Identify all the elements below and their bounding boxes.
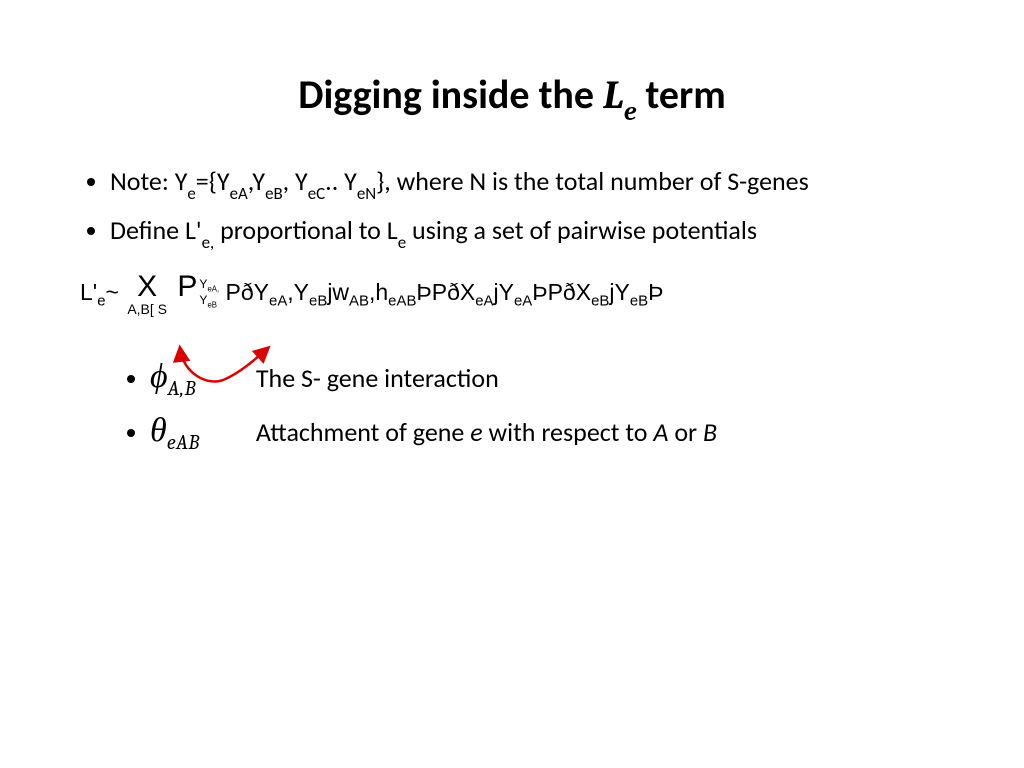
b1-pre: Note: Y [110, 165, 187, 197]
phi: ϕ [150, 356, 168, 396]
theta-A: A [653, 416, 668, 448]
phi-sub: A,B [168, 378, 196, 401]
b1-m4: .. Y [325, 165, 357, 197]
fb-s1: eA [269, 293, 287, 310]
sum-sym: P [177, 270, 197, 303]
b1-post: }, where N is the total number of S-gene… [376, 165, 809, 197]
fb-p5: ÞPðX [416, 279, 475, 305]
sum-y1s: eA, [207, 284, 219, 293]
b1-m3: , Y [283, 165, 308, 197]
bullet-2: Define L'e, proportional to Le using a s… [110, 213, 964, 252]
title-suffix: term [636, 70, 725, 119]
fb-s8: eB [630, 293, 648, 310]
fb-p7: ÞPðX [532, 279, 591, 305]
definitions-list: ϕA,B The S- gene interaction θeAB Attach… [60, 351, 964, 460]
b1-s3: eB [265, 183, 283, 204]
fb-s2: eB [309, 293, 327, 310]
sum-operator: P . [177, 272, 197, 316]
b2-pre: Define L' [110, 214, 202, 246]
title-Lsub: e [624, 97, 637, 127]
theta-symbol: θeAB [150, 405, 250, 459]
b1-s2: eA [230, 183, 248, 204]
fb-p3: jw [327, 279, 349, 305]
f-tilde: ~ [106, 279, 119, 305]
fb-p9: Þ [648, 279, 663, 305]
fb-s5: eA [475, 293, 493, 310]
f-Lprime-sub: e [97, 293, 105, 310]
def-theta: θeAB Attachment of gene e with respect t… [150, 405, 964, 459]
fb-p8: jY [609, 279, 629, 305]
page-title: Digging inside the Le term [60, 0, 964, 164]
bullet-list: Note: Ye={YeA,YeB, YeC.. YeN}, where N i… [60, 164, 964, 252]
title-L: L [603, 72, 624, 118]
fb-p2: ,Y [287, 279, 309, 305]
theta-mid: with respect to [483, 416, 654, 448]
phi-text: The S- gene interaction [256, 362, 499, 394]
title-Le: Le [603, 72, 636, 118]
theta-sub: eAB [167, 432, 200, 455]
prod-sym: X [137, 270, 157, 303]
prod-sub: A,B[ S [127, 302, 167, 316]
theta: θ [150, 410, 167, 450]
b1-s4: eC [308, 183, 325, 204]
sum-sub-lines: YeA, YeB [199, 278, 219, 310]
theta-B: B [703, 416, 717, 448]
b1-m2: ,Y [248, 165, 265, 197]
fb-s7: eB [591, 293, 609, 310]
title-prefix: Digging inside the [298, 70, 603, 119]
b1-s5: eN [357, 183, 376, 204]
fb-s3: AB [349, 293, 369, 310]
fb-s6: eA [514, 293, 532, 310]
fb-p4: ,h [369, 279, 388, 305]
product-operator: X A,B[ S [127, 272, 167, 316]
b2-s2: e [398, 232, 406, 253]
b1-s1: e [187, 183, 195, 204]
b1-m1: ={Y [196, 165, 230, 197]
slide: Digging inside the Le term Note: Ye={YeA… [0, 0, 1024, 768]
bullet-1: Note: Ye={YeA,YeB, YeC.. YeN}, where N i… [110, 164, 964, 203]
b2-m1: proportional to L [214, 214, 397, 246]
theta-or: or [668, 416, 703, 448]
theta-pre: Attachment of gene [256, 416, 470, 448]
fb-p6: jY [494, 279, 514, 305]
phi-symbol: ϕA,B [150, 351, 250, 405]
theta-e: e [470, 416, 482, 448]
fb-p1: PðY [226, 279, 269, 305]
fb-s4: eAB [388, 293, 416, 310]
f-Lprime: L' [80, 279, 97, 305]
formula: L'e~ X A,B[ S P . YeA, YeB PðYeA,YeBjwAB… [80, 272, 964, 316]
def-phi: ϕA,B The S- gene interaction [150, 351, 964, 405]
b2-s1: e, [202, 232, 215, 253]
sum-y2s: eB [207, 300, 217, 309]
b2-post: using a set of pairwise potentials [406, 214, 757, 246]
